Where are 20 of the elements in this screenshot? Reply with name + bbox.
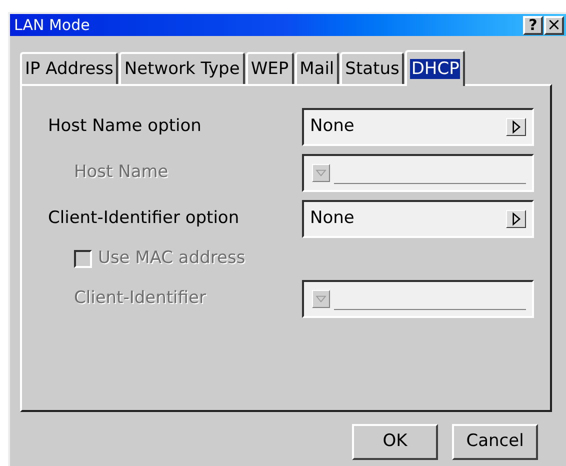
field-label: Host Name (73, 161, 168, 184)
tab[interactable]: Status (340, 52, 404, 84)
dialog-button[interactable]: OK (352, 424, 438, 460)
tab[interactable]: IP Address (20, 52, 118, 84)
tab[interactable]: WEP (246, 52, 294, 84)
field-label: Host Name option (47, 115, 202, 138)
close-button[interactable]: × (544, 16, 564, 34)
help-button[interactable]: ? (523, 16, 543, 34)
dropdown-field[interactable]: None (302, 108, 534, 146)
field-label: Client-Identifier option (47, 207, 240, 230)
dropdown-field[interactable]: None (302, 200, 534, 238)
tab[interactable]: Mail (294, 52, 340, 84)
checkbox-label: Use MAC address (98, 247, 246, 270)
dialog-button[interactable]: Cancel (452, 424, 538, 460)
input-field[interactable] (302, 154, 534, 192)
field-label: Client-Identifier (73, 287, 206, 310)
window-title: LAN Mode (14, 18, 90, 32)
tab[interactable]: Network Type (119, 52, 245, 84)
input-field[interactable] (302, 280, 534, 318)
tab[interactable]: DHCP (405, 50, 466, 86)
